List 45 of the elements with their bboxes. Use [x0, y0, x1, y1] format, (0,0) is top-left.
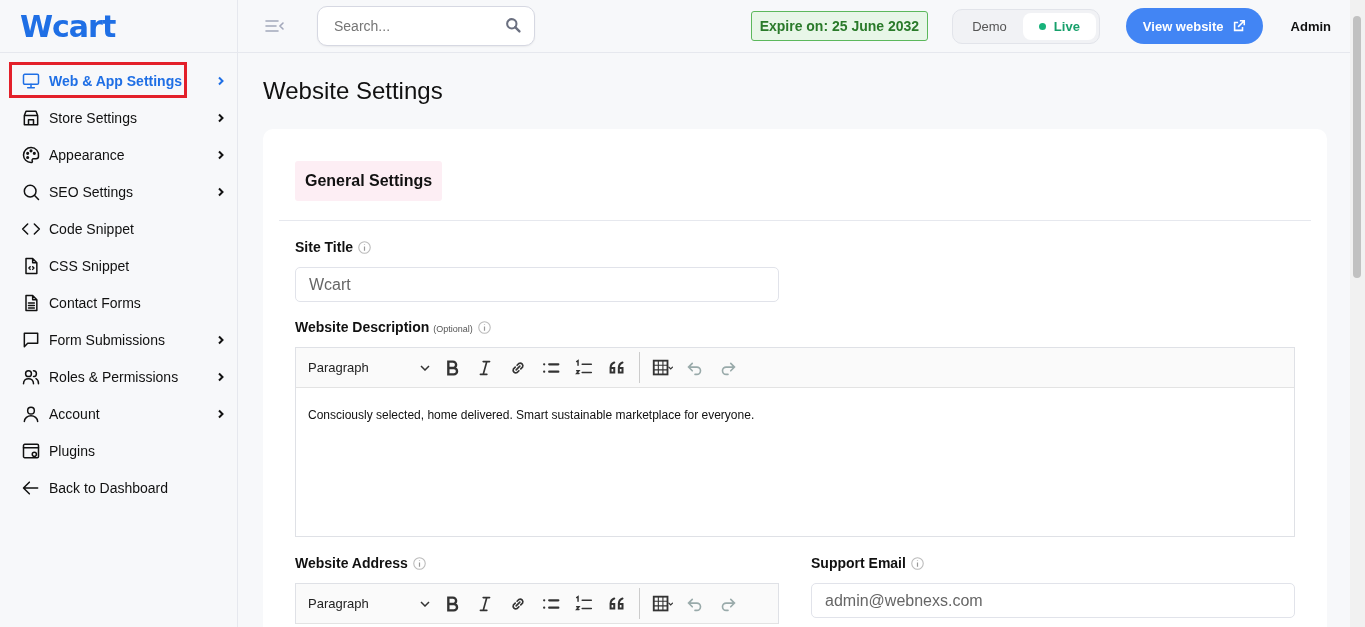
- section-tab[interactable]: General Settings: [295, 161, 443, 201]
- sidebar-item[interactable]: Code Snippet: [0, 210, 237, 247]
- sidebar-item[interactable]: SEO Settings: [0, 173, 237, 210]
- palette-icon: [21, 144, 41, 165]
- sidebar-item[interactable]: Store Settings: [0, 99, 237, 136]
- field-label: Site Title: [295, 239, 354, 255]
- sidebar-item[interactable]: Back to Dashboard: [0, 469, 237, 506]
- field-label: Website Address: [295, 555, 408, 571]
- field-label: Support Email: [811, 555, 906, 571]
- caret-icon: [420, 364, 430, 371]
- scrollbar[interactable]: [1350, 0, 1365, 627]
- editor-text: Consciously selected, home delivered. Smart sustainable marketplace for everyone.: [308, 408, 756, 422]
- sidebar-item[interactable]: Appearance: [0, 136, 237, 173]
- chevron-right-icon: [217, 149, 225, 160]
- sidebar-item[interactable]: Plugins: [0, 432, 237, 469]
- format-dropdown[interactable]: Paragraph: [308, 360, 430, 375]
- sidebar-item[interactable]: Contact Forms: [0, 284, 237, 321]
- chevron-right-icon: [217, 186, 225, 197]
- view-website-button[interactable]: View website: [1125, 8, 1263, 44]
- chevron-right-icon: [217, 334, 225, 345]
- rich-text-editor[interactable]: Paragraph Consciously selected, home delivered. Smart sustainable marketplace for everyone.: [295, 347, 1295, 537]
- logo[interactable]: Wcart: [20, 8, 116, 44]
- external-link-icon: [1231, 19, 1246, 33]
- user-name[interactable]: Admin: [1290, 18, 1331, 34]
- chevron-right-icon: [217, 371, 225, 382]
- expiry-badge: Expire on: 25 June 2032: [750, 11, 929, 41]
- caret-icon: [420, 600, 430, 607]
- input-field[interactable]: Wcart: [295, 267, 779, 302]
- sidebar-item[interactable]: Roles & Permissions: [0, 358, 237, 395]
- field-label: Website Description: [295, 319, 430, 335]
- sidebar-item[interactable]: Form Submissions: [0, 321, 237, 358]
- optional-note: (Optional): [433, 323, 473, 334]
- sidebar-item[interactable]: Web & App Settings: [0, 62, 237, 99]
- mode-option[interactable]: Demo: [956, 12, 1023, 40]
- chevron-right-icon: [217, 75, 225, 86]
- format-dropdown[interactable]: Paragraph: [308, 596, 430, 611]
- search-icon[interactable]: [505, 17, 522, 34]
- search-field[interactable]: Search...: [317, 6, 535, 46]
- chevron-right-icon: [217, 112, 225, 123]
- chevron-right-icon: [217, 408, 225, 419]
- sidebar-item[interactable]: CSS Snippet: [0, 247, 237, 284]
- rich-text-editor[interactable]: Paragraph: [295, 583, 779, 624]
- page-title: Website Settings: [263, 77, 444, 105]
- input-field[interactable]: admin@webnexs.com: [811, 583, 1295, 618]
- sidebar-item[interactable]: Account: [0, 395, 237, 432]
